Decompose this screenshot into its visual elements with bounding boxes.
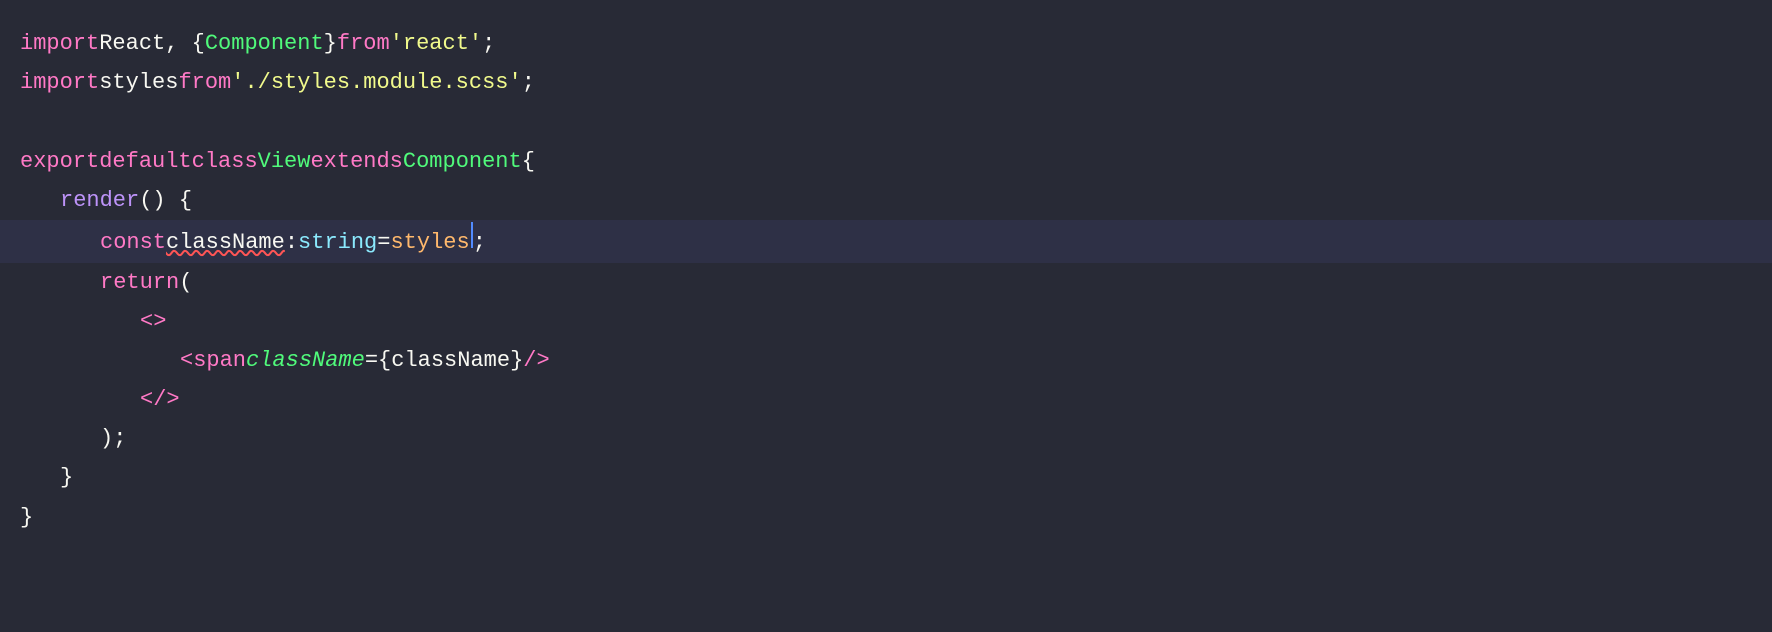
kw-default: default xyxy=(99,144,191,179)
classname-view: View xyxy=(258,144,311,179)
code-line-empty xyxy=(0,102,1772,141)
classname-component: Component xyxy=(403,144,522,179)
tag-span: span xyxy=(193,343,246,378)
string-react: 'react' xyxy=(390,26,482,61)
jsx-fragment-open: <> xyxy=(140,304,166,339)
code-line: render () { xyxy=(0,181,1772,220)
kw-const: const xyxy=(100,225,166,260)
jsx-fragment-close: </> xyxy=(140,382,180,417)
code-editor[interactable]: import React, { Component } from 'react'… xyxy=(0,0,1772,632)
code-line: ); xyxy=(0,419,1772,458)
kw-export: export xyxy=(20,144,99,179)
code-line: <> xyxy=(0,302,1772,341)
attr-classname: className xyxy=(246,343,365,378)
cls-name: Component xyxy=(205,26,324,61)
code-line: <span className={className} /> xyxy=(0,341,1772,380)
code-line: return ( xyxy=(0,263,1772,302)
type-string: string xyxy=(298,225,377,260)
code-line: } xyxy=(0,458,1772,497)
var-classname: className xyxy=(166,225,285,260)
tag-open-bracket: < xyxy=(180,343,193,378)
code-line: import React, { Component } from 'react'… xyxy=(0,24,1772,63)
tag-self-close: /> xyxy=(523,343,549,378)
kw-from: from xyxy=(178,65,231,100)
code-line: export default class View extends Compon… xyxy=(0,142,1772,181)
kw-from: from xyxy=(337,26,390,61)
kw-import: import xyxy=(20,26,99,61)
styles-ref: styles xyxy=(390,225,469,260)
fn-render: render xyxy=(60,183,139,218)
kw-extends: extends xyxy=(310,144,402,179)
kw-return: return xyxy=(100,265,179,300)
string-styles: './styles.module.scss' xyxy=(231,65,521,100)
attr-value-classname: className xyxy=(391,343,510,378)
code-line: import styles from './styles.module.scss… xyxy=(0,63,1772,102)
code-line: </> xyxy=(0,380,1772,419)
code-line-active: const className: string = styles; xyxy=(0,220,1772,263)
kw-import: import xyxy=(20,65,99,100)
kw-class: class xyxy=(192,144,258,179)
code-line: } xyxy=(0,498,1772,537)
